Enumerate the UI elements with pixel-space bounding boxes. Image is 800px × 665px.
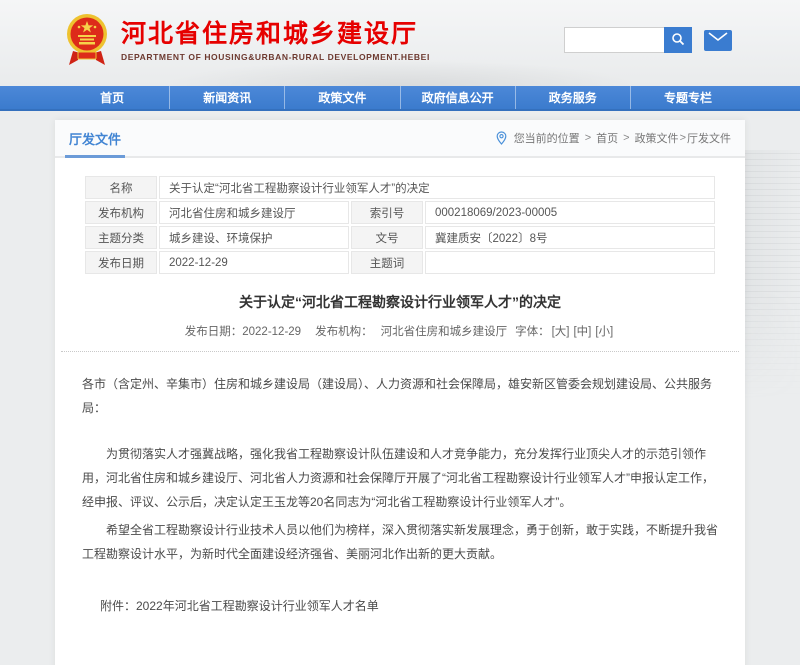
keywords-value xyxy=(425,251,715,274)
site-subtitle: DEPARTMENT OF HOUSING&URBAN-RURAL DEVELO… xyxy=(121,52,430,62)
envelope-icon xyxy=(708,32,728,48)
pub-date-value: 2022-12-29 xyxy=(159,251,349,274)
doc-no-value: 冀建质安〔2022〕8号 xyxy=(425,226,715,249)
nav-item-special-columns[interactable]: 专题专栏 xyxy=(631,86,745,109)
article-title: 关于认定“河北省工程勘察设计行业领军人才”的决定 xyxy=(55,292,745,312)
search-icon xyxy=(671,32,685,49)
nav-item-info-disclosure[interactable]: 政府信息公开 xyxy=(401,86,516,109)
site-title: 河北省住房和城乡建设厅 xyxy=(121,19,430,49)
name-value: 关于认定“河北省工程勘察设计行业领军人才”的决定 xyxy=(159,176,715,199)
tab-department-documents[interactable]: 厅发文件 xyxy=(69,120,121,156)
breadcrumb-prefix: 您当前的位置 xyxy=(514,130,580,146)
font-size-small-button[interactable]: [小] xyxy=(595,326,613,338)
breadcrumb-home[interactable]: 首页 xyxy=(596,130,618,146)
category-label: 主题分类 xyxy=(85,226,157,249)
nav-item-services[interactable]: 政务服务 xyxy=(516,86,631,109)
search-input[interactable] xyxy=(564,27,664,53)
search-box xyxy=(564,27,692,53)
site-brand[interactable]: 河北省住房和城乡建设厅 DEPARTMENT OF HOUSING&URBAN-… xyxy=(65,11,430,69)
document-meta-table: 名称 关于认定“河北省工程勘察设计行业领军人才”的决定 发布机构 河北省住房和城… xyxy=(83,174,717,276)
content-box: 厅发文件 您当前的位置 > 首页 > 政策文件 > 厅发文件 名称 关于认定“ xyxy=(55,120,745,665)
building-sketch-decoration xyxy=(744,150,800,400)
breadcrumb: 您当前的位置 > 首页 > 政策文件 > 厅发文件 xyxy=(496,120,731,156)
section-tab-strip: 厅发文件 您当前的位置 > 首页 > 政策文件 > 厅发文件 xyxy=(55,120,745,158)
article-signature: 河北省住房和城乡建设厅 河北省人力资源和社会保障厅 xyxy=(82,660,718,665)
index-no-label: 索引号 xyxy=(351,201,423,224)
index-no-value: 000218069/2023-00005 xyxy=(425,201,715,224)
font-size-large-button[interactable]: [大] xyxy=(552,326,570,338)
font-size-label: 字体： xyxy=(515,326,550,338)
article-attachment[interactable]: 附件：2022年河北省工程勘察设计行业领军人才名单 xyxy=(82,594,718,618)
nav-item-news[interactable]: 新闻资讯 xyxy=(170,86,285,109)
article-body: 各市（含定州、辛集市）住房和城乡建设局（建设局）、人力资源和社会保障局，雄安新区… xyxy=(55,352,745,665)
article-paragraph-2: 希望全省工程勘察设计行业技术人员以他们为榜样，深入贯彻落实新发展理念，勇于创新，… xyxy=(82,518,718,566)
mail-button[interactable] xyxy=(704,30,732,51)
table-row-category-docno: 主题分类 城乡建设、环境保护 文号 冀建质安〔2022〕8号 xyxy=(85,226,715,249)
font-size-medium-button[interactable]: [中] xyxy=(573,326,591,338)
main-nav: 首页 新闻资讯 政策文件 政府信息公开 政务服务 专题专栏 xyxy=(0,86,800,111)
keywords-label: 主题词 xyxy=(351,251,423,274)
agency-value: 河北省住房和城乡建设厅 xyxy=(159,201,349,224)
site-banner: 河北省住房和城乡建设厅 DEPARTMENT OF HOUSING&URBAN-… xyxy=(0,0,800,86)
name-label: 名称 xyxy=(85,176,157,199)
category-value: 城乡建设、环境保护 xyxy=(159,226,349,249)
search-button[interactable] xyxy=(664,27,692,53)
article-paragraph-1: 为贯彻落实人才强冀战略，强化我省工程勘察设计队伍建设和人才竞争能力，充分发挥行业… xyxy=(82,442,718,514)
agency-label: 发布机构 xyxy=(85,201,157,224)
table-row-name: 名称 关于认定“河北省工程勘察设计行业领军人才”的决定 xyxy=(85,176,715,199)
location-pin-icon xyxy=(496,131,507,145)
breadcrumb-section[interactable]: 政策文件 xyxy=(635,130,679,146)
table-row-date-keywords: 发布日期 2022-12-29 主题词 xyxy=(85,251,715,274)
national-emblem-icon xyxy=(65,11,109,69)
nav-item-home[interactable]: 首页 xyxy=(55,86,170,109)
table-row-agency-index: 发布机构 河北省住房和城乡建设厅 索引号 000218069/2023-0000… xyxy=(85,201,715,224)
publish-date-value: 2022-12-29 xyxy=(242,326,301,338)
nav-item-policy[interactable]: 政策文件 xyxy=(285,86,400,109)
publish-agency-value: 河北省住房和城乡建设厅 xyxy=(381,326,508,338)
breadcrumb-current: 厅发文件 xyxy=(687,130,731,146)
pub-date-label: 发布日期 xyxy=(85,251,157,274)
publish-agency-label: 发布机构： xyxy=(315,326,373,338)
publish-date-label: 发布日期： xyxy=(185,326,243,338)
article-addressee: 各市（含定州、辛集市）住房和城乡建设局（建设局）、人力资源和社会保障局，雄安新区… xyxy=(82,372,718,420)
doc-no-label: 文号 xyxy=(351,226,423,249)
article-meta: 发布日期：2022-12-29 发布机构： 河北省住房和城乡建设厅字体：[大][中]… xyxy=(55,323,745,339)
